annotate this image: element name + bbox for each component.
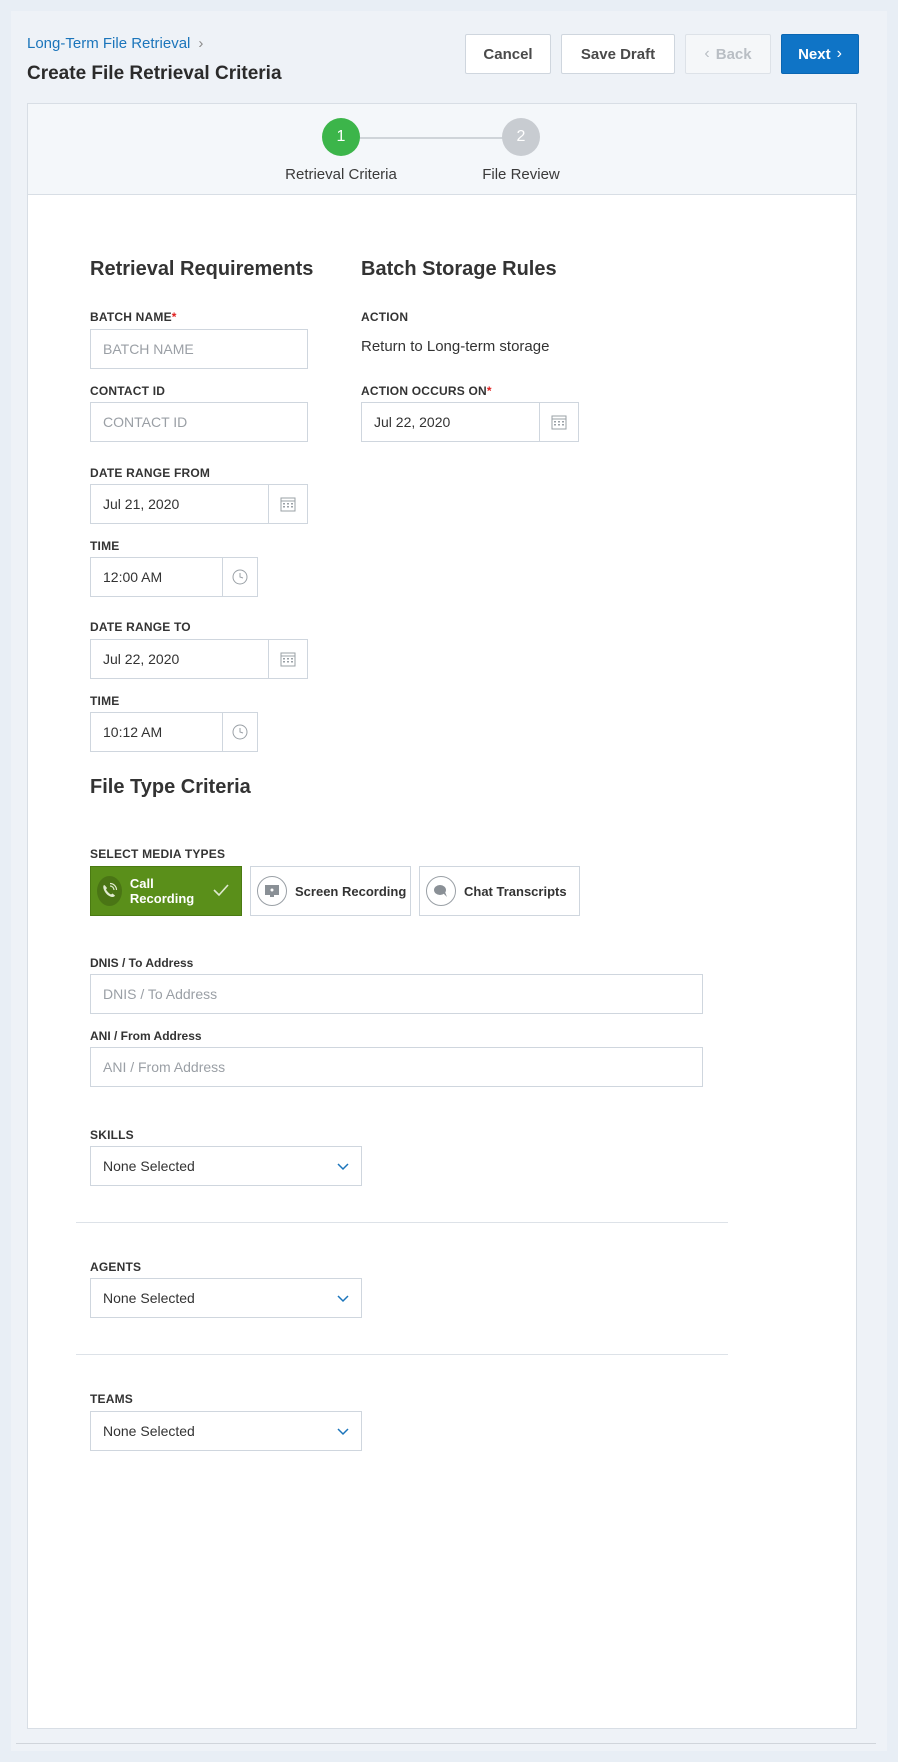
time-to-picker[interactable]: 10:12 AM bbox=[90, 712, 258, 752]
back-button[interactable]: ‹ Back bbox=[685, 34, 771, 74]
contact-id-label: CONTACT ID bbox=[90, 384, 166, 398]
divider bbox=[76, 1222, 728, 1223]
required-mark: * bbox=[486, 384, 492, 398]
media-screen-recording[interactable]: Screen Recording bbox=[250, 866, 411, 916]
stepper: 1 Retrieval Criteria 2 File Review bbox=[28, 104, 856, 195]
media-chat-transcripts[interactable]: Chat Transcripts bbox=[419, 866, 580, 916]
teams-value: None Selected bbox=[103, 1423, 195, 1439]
ani-label: ANI / From Address bbox=[90, 1029, 202, 1043]
action-occurs-label-text: ACTION OCCURS ON bbox=[361, 384, 487, 398]
batch-storage-rules-title: Batch Storage Rules bbox=[361, 258, 557, 280]
monitor-icon bbox=[257, 876, 287, 906]
media-label: Screen Recording bbox=[295, 883, 407, 899]
step-retrieval-criteria[interactable]: 1 Retrieval Criteria bbox=[261, 118, 421, 183]
agents-select[interactable]: None Selected bbox=[90, 1278, 362, 1318]
action-value: Return to Long-term storage bbox=[361, 338, 550, 355]
time-to-label: TIME bbox=[90, 694, 120, 708]
breadcrumb: Long-Term File Retrieval › bbox=[27, 35, 203, 52]
calendar-icon[interactable] bbox=[268, 640, 307, 678]
file-type-criteria-title: File Type Criteria bbox=[90, 776, 251, 798]
save-draft-label: Save Draft bbox=[580, 45, 656, 63]
page-title: Create File Retrieval Criteria bbox=[27, 63, 282, 84]
chevron-right-icon: › bbox=[836, 45, 842, 62]
ani-input[interactable] bbox=[90, 1047, 703, 1087]
skills-label: SKILLS bbox=[90, 1128, 134, 1142]
breadcrumb-link[interactable]: Long-Term File Retrieval bbox=[27, 35, 190, 52]
chevron-left-icon: ‹ bbox=[704, 45, 710, 62]
batch-name-input[interactable] bbox=[90, 329, 308, 369]
media-types-label: SELECT MEDIA TYPES bbox=[90, 847, 226, 861]
action-occurs-label: ACTION OCCURS ON* bbox=[361, 384, 492, 398]
checkmark-icon bbox=[213, 883, 229, 899]
page: Long-Term File Retrieval › Create File R… bbox=[11, 11, 887, 1751]
back-label: Back bbox=[715, 45, 752, 63]
media-call-recording[interactable]: Call Recording bbox=[90, 866, 242, 916]
agents-value: None Selected bbox=[103, 1290, 195, 1306]
date-from-picker[interactable]: Jul 21, 2020 bbox=[90, 484, 308, 524]
date-to-picker[interactable]: Jul 22, 2020 bbox=[90, 639, 308, 679]
action-label: ACTION bbox=[361, 310, 409, 324]
agents-label: AGENTS bbox=[90, 1260, 142, 1274]
clock-icon[interactable] bbox=[222, 713, 257, 751]
contact-id-input[interactable] bbox=[90, 402, 308, 442]
chevron-right-icon: › bbox=[198, 35, 204, 52]
teams-label: TEAMS bbox=[90, 1392, 133, 1406]
chevron-down-icon bbox=[337, 1158, 349, 1174]
toolbar: Cancel Save Draft ‹ Back Next › bbox=[465, 34, 859, 74]
retrieval-requirements-title: Retrieval Requirements bbox=[90, 258, 314, 280]
divider bbox=[76, 1354, 728, 1355]
chevron-down-icon bbox=[337, 1290, 349, 1306]
skills-value: None Selected bbox=[103, 1158, 195, 1174]
next-button[interactable]: Next › bbox=[781, 34, 859, 74]
calendar-icon[interactable] bbox=[268, 485, 307, 523]
form-card: 1 Retrieval Criteria 2 File Review Retri… bbox=[27, 103, 857, 1729]
skills-select[interactable]: None Selected bbox=[90, 1146, 362, 1186]
clock-icon[interactable] bbox=[222, 558, 257, 596]
step-file-review[interactable]: 2 File Review bbox=[441, 118, 601, 183]
chevron-down-icon bbox=[337, 1423, 349, 1439]
batch-name-label: BATCH NAME* bbox=[90, 310, 177, 324]
time-from-label: TIME bbox=[90, 539, 120, 553]
chat-bubble-icon bbox=[426, 876, 456, 906]
dnis-label: DNIS / To Address bbox=[90, 956, 194, 970]
media-label: Call Recording bbox=[129, 876, 195, 906]
step-number: 1 bbox=[322, 118, 360, 156]
cancel-button[interactable]: Cancel bbox=[465, 34, 551, 74]
footer-divider bbox=[16, 1743, 876, 1744]
step-label: File Review bbox=[482, 166, 560, 183]
action-occurs-value: Jul 22, 2020 bbox=[374, 414, 451, 430]
date-to-value: Jul 22, 2020 bbox=[103, 651, 180, 667]
phone-icon bbox=[97, 876, 122, 906]
teams-select[interactable]: None Selected bbox=[90, 1411, 362, 1451]
cancel-label: Cancel bbox=[483, 45, 533, 63]
date-to-label: DATE RANGE TO bbox=[90, 620, 191, 634]
date-from-value: Jul 21, 2020 bbox=[103, 496, 180, 512]
date-from-label: DATE RANGE FROM bbox=[90, 466, 211, 480]
calendar-icon[interactable] bbox=[539, 403, 578, 441]
time-to-value: 10:12 AM bbox=[103, 724, 163, 740]
save-draft-button[interactable]: Save Draft bbox=[561, 34, 675, 74]
step-label: Retrieval Criteria bbox=[285, 166, 397, 183]
media-label: Chat Transcripts bbox=[464, 883, 567, 899]
required-mark: * bbox=[171, 310, 177, 324]
next-label: Next bbox=[798, 45, 831, 63]
time-from-value: 12:00 AM bbox=[103, 569, 163, 585]
dnis-input[interactable] bbox=[90, 974, 703, 1014]
action-occurs-picker[interactable]: Jul 22, 2020 bbox=[361, 402, 579, 442]
batch-name-label-text: BATCH NAME bbox=[90, 310, 172, 324]
step-number: 2 bbox=[502, 118, 540, 156]
time-from-picker[interactable]: 12:00 AM bbox=[90, 557, 258, 597]
